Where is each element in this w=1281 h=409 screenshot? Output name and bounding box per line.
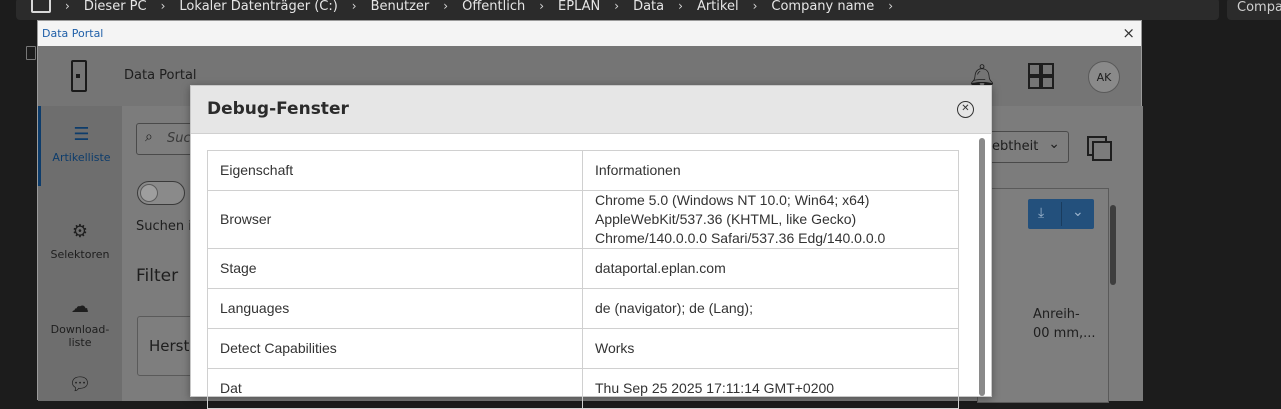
value-cell: Chrome 5.0 (Windows NT 10.0; Win64; x64)…: [582, 190, 959, 249]
table-row: Detect Capabilities Works: [207, 328, 959, 369]
breadcrumb-benutzer[interactable]: Benutzer: [371, 0, 430, 14]
computer-icon: [31, 0, 51, 13]
download-icon: ⤓: [1038, 205, 1045, 221]
value-cell: Informationen: [582, 150, 959, 191]
chevron-right-icon: ›: [614, 0, 620, 13]
nav-label-artikelliste: Artikelliste: [52, 151, 111, 164]
table-row: Dat Thu Sep 25 2025 17:11:14 GMT+0200: [207, 368, 959, 409]
breadcrumb-dieser-pc[interactable]: Dieser PC: [84, 0, 147, 14]
breadcrumb-eplan[interactable]: EPLAN: [558, 0, 600, 14]
results-scrollbar[interactable]: [1110, 205, 1116, 285]
debug-dialog: Debug-Fenster ✕ Eigenschaft Informationen…: [190, 85, 992, 409]
chevron-down-icon: ⌄: [1048, 136, 1060, 152]
debug-dialog-title: Debug-Fenster: [207, 99, 349, 119]
breadcrumb-data[interactable]: Data: [633, 0, 664, 14]
address-bar[interactable]: › Dieser PC › Lokaler Datenträger (C:) ›…: [16, 0, 1219, 20]
app-title: Data Portal: [124, 68, 197, 83]
window-titlebar: Data Portal ×: [38, 21, 1141, 47]
value-cell: Thu Sep 25 2025 17:11:14 GMT+0200: [582, 368, 959, 409]
value-cell: de (navigator); de (Lang);: [582, 288, 959, 329]
value-line: de (navigator); de (Lang);: [595, 300, 753, 316]
result-description-line-2: 00 mm,...: [1033, 326, 1096, 341]
debug-dialog-header: Debug-Fenster ✕: [191, 86, 991, 134]
filter-heading: Filter: [136, 266, 179, 286]
breadcrumb-artikel[interactable]: Artikel: [697, 0, 739, 14]
chat-icon: 💬︎: [68, 374, 92, 395]
sort-select-value: ebtheit: [992, 139, 1039, 154]
property-cell: Dat: [207, 368, 583, 409]
nav-item-artikelliste[interactable]: ☰ Artikelliste: [38, 106, 122, 186]
cloud-download-icon: ☁: [71, 296, 89, 317]
property-cell: Detect Capabilities: [207, 328, 583, 369]
value-line: Informationen: [595, 162, 681, 178]
manufacturer-filter-label: Herst: [149, 337, 190, 355]
chevron-right-icon: ›: [752, 0, 758, 13]
value-line: Chrome/140.0.0.0 Safari/537.36 Edg/140.0…: [595, 230, 886, 246]
search-icon: ⌕: [145, 129, 153, 145]
explorer-address-area: › Dieser PC › Lokaler Datenträger (C:) ›…: [0, 0, 1281, 20]
debug-info-table: Eigenschaft Informationen Browser Chrome 5.…: [207, 150, 959, 409]
nav-item-chat[interactable]: 💬︎: [38, 374, 122, 401]
table-row: Languages de (navigator); de (Lang);: [207, 288, 959, 329]
value-cell: Works: [582, 328, 959, 369]
chevron-down-icon[interactable]: ⌄: [1072, 204, 1084, 220]
apps-grid-icon[interactable]: [1028, 63, 1054, 89]
debug-dialog-scrollbar[interactable]: [979, 138, 985, 396]
file-icon: [26, 46, 36, 60]
close-circle-icon[interactable]: ✕: [957, 101, 974, 118]
value-cell: dataportal.eplan.com: [582, 248, 959, 289]
property-cell: Browser: [207, 190, 583, 249]
value-line: dataportal.eplan.com: [595, 260, 726, 276]
value-line: Thu Sep 25 2025 17:11:14 GMT+0200: [595, 380, 835, 396]
breadcrumb-drive-c[interactable]: Lokaler Datenträger (C:): [179, 0, 337, 14]
selector-gear-icon: ⚙: [71, 221, 89, 242]
nav-item-downloadliste[interactable]: ☁ Download- liste: [38, 296, 122, 349]
nav-label-downloadliste-2: liste: [68, 336, 92, 349]
download-button[interactable]: ⤓ ⌄: [1028, 199, 1094, 229]
multi-select-icon[interactable]: [1087, 136, 1112, 161]
list-icon: ☰: [73, 124, 90, 145]
table-row: Eigenschaft Informationen: [207, 150, 959, 191]
avatar[interactable]: AK: [1088, 61, 1120, 93]
explorer-search-text: Compa: [1237, 0, 1281, 15]
table-row: Browser Chrome 5.0 (Windows NT 10.0; Win6…: [207, 190, 959, 249]
result-description: Anreih- 00 mm,...: [1033, 305, 1096, 343]
chevron-right-icon[interactable]: ›: [888, 0, 893, 13]
chevron-right-icon: ›: [443, 0, 449, 13]
side-navigation: ☰ Artikelliste ⚙ Selektoren ☁ Download- …: [38, 106, 122, 401]
nav-label-downloadliste-1: Download-: [50, 323, 110, 336]
window-title: Data Portal: [42, 27, 104, 40]
search-placeholder: Suc: [167, 131, 191, 146]
chevron-right-icon: ›: [160, 0, 166, 13]
search-in-toggle[interactable]: [137, 181, 185, 205]
result-description-line-1: Anreih-: [1033, 307, 1080, 322]
nav-label-selektoren: Selektoren: [50, 248, 110, 261]
breadcrumb-company-name[interactable]: Company name: [771, 0, 874, 14]
value-line: AppleWebKit/537.36 (KHTML, like Gecko): [595, 211, 857, 227]
value-line: Chrome 5.0 (Windows NT 10.0; Win64; x64): [595, 192, 870, 208]
explorer-search-input[interactable]: Compa: [1227, 0, 1281, 20]
table-row: Stage dataportal.eplan.com: [207, 248, 959, 289]
property-cell: Stage: [207, 248, 583, 289]
property-cell: Eigenschaft: [207, 150, 583, 191]
chevron-right-icon: ›: [678, 0, 683, 13]
result-card: ⤓ ⌄ Anreih- 00 mm,...: [977, 188, 1109, 403]
property-cell: Languages: [207, 288, 583, 329]
chevron-right-icon: ›: [539, 0, 545, 13]
value-line: Works: [595, 340, 635, 356]
button-divider: [1061, 202, 1062, 226]
data-portal-logo: [71, 60, 87, 92]
nav-item-selektoren[interactable]: ⚙ Selektoren: [38, 221, 122, 261]
chevron-right-icon: ›: [65, 0, 70, 13]
search-in-label: Suchen i: [136, 219, 192, 234]
chevron-right-icon: ›: [351, 0, 357, 13]
breadcrumb-oeffentlich[interactable]: Öffentlich: [462, 0, 525, 14]
window-close-icon[interactable]: ×: [1122, 24, 1135, 42]
